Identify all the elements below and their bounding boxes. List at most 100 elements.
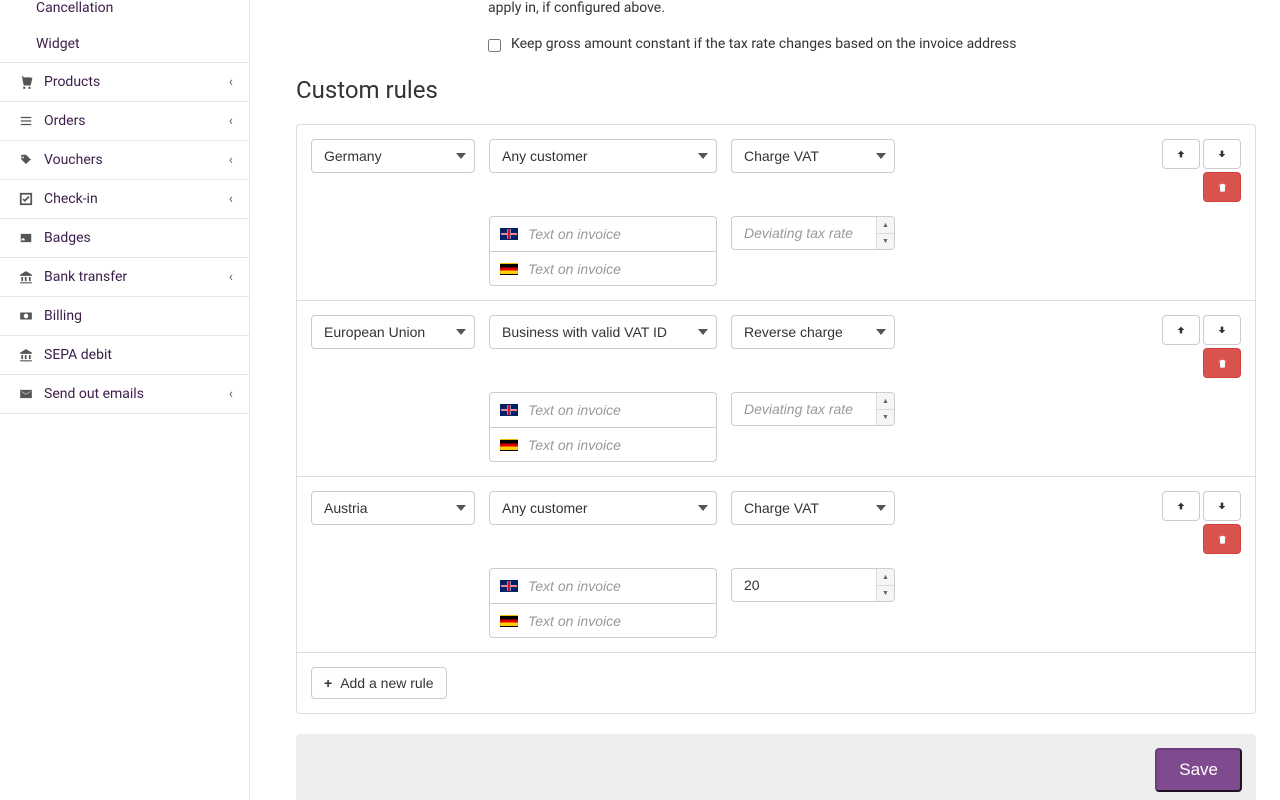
sidebar-item-products[interactable]: Products ‹	[0, 63, 249, 102]
list-icon	[16, 114, 36, 128]
add-rule-label: Add a new rule	[340, 675, 433, 691]
move-up-button[interactable]	[1162, 139, 1200, 169]
spinner-up-icon[interactable]: ▲	[877, 217, 894, 234]
invoice-text-de-input[interactable]	[528, 613, 710, 629]
move-down-button[interactable]	[1203, 139, 1241, 169]
customer-select[interactable]: Any customer	[489, 491, 717, 525]
invoice-text-group	[489, 216, 717, 286]
number-spinner[interactable]: ▲ ▼	[876, 393, 894, 425]
move-down-button[interactable]	[1203, 491, 1241, 521]
sidebar-item-sepa[interactable]: SEPA debit	[0, 336, 249, 375]
main-content: apply in, if configured above. Keep gros…	[250, 0, 1280, 800]
spinner-up-icon[interactable]: ▲	[877, 393, 894, 410]
sidebar-item-vouchers[interactable]: Vouchers ‹	[0, 141, 249, 180]
invoice-text-de-input[interactable]	[528, 437, 710, 453]
save-bar: Save	[296, 734, 1256, 800]
chevron-left-icon: ‹	[229, 269, 233, 285]
sidebar-item-label: Badges	[44, 230, 91, 246]
rule-item: Germany Any customer Charge VAT	[297, 125, 1255, 301]
move-up-button[interactable]	[1162, 491, 1200, 521]
bank-icon	[16, 348, 36, 362]
check-icon	[16, 192, 36, 206]
chevron-left-icon: ‹	[229, 113, 233, 129]
invoice-text-en-input[interactable]	[528, 226, 710, 242]
sidebar-item-cancellation[interactable]: Cancellation	[0, 0, 249, 26]
help-text-row: apply in, if configured above.	[296, 0, 1256, 28]
rules-container: Germany Any customer Charge VAT	[296, 124, 1256, 714]
envelope-icon	[16, 387, 36, 401]
sidebar-item-label: Vouchers	[44, 152, 103, 168]
bank-icon	[16, 270, 36, 284]
sidebar-item-label: Widget	[36, 36, 80, 52]
sidebar-item-label: Billing	[44, 308, 82, 324]
plus-icon: +	[324, 675, 332, 691]
sidebar-item-badges[interactable]: Badges	[0, 219, 249, 258]
sidebar-item-label: Cancellation	[36, 0, 113, 16]
customer-select[interactable]: Business with valid VAT ID	[489, 315, 717, 349]
chevron-left-icon: ‹	[229, 191, 233, 207]
country-select[interactable]: Austria	[311, 491, 475, 525]
id-icon	[16, 231, 36, 245]
delete-rule-button[interactable]	[1203, 348, 1241, 378]
move-up-button[interactable]	[1162, 315, 1200, 345]
rule-item: European Union Business with valid VAT I…	[297, 301, 1255, 477]
sidebar-item-label: Send out emails	[44, 386, 144, 402]
spinner-down-icon[interactable]: ▼	[877, 410, 894, 426]
money-icon	[16, 309, 36, 323]
delete-rule-button[interactable]	[1203, 524, 1241, 554]
move-down-button[interactable]	[1203, 315, 1241, 345]
invoice-text-group	[489, 568, 717, 638]
spinner-down-icon[interactable]: ▼	[877, 586, 894, 602]
spinner-up-icon[interactable]: ▲	[877, 569, 894, 586]
checkbox-row-wrapper: Keep gross amount constant if the tax ra…	[296, 36, 1256, 68]
number-spinner[interactable]: ▲ ▼	[876, 217, 894, 249]
invoice-text-de-input[interactable]	[528, 261, 710, 277]
sidebar-item-label: Check-in	[44, 191, 98, 207]
sidebar-item-label: Orders	[44, 113, 86, 129]
sidebar-item-emails[interactable]: Send out emails ‹	[0, 375, 249, 414]
chevron-left-icon: ‹	[229, 74, 233, 90]
sidebar-item-label: SEPA debit	[44, 347, 112, 363]
flag-de-icon	[500, 439, 518, 451]
customer-select[interactable]: Any customer	[489, 139, 717, 173]
section-title: Custom rules	[296, 76, 1256, 104]
cart-icon	[16, 75, 36, 89]
chevron-left-icon: ‹	[229, 152, 233, 168]
deviating-rate-input[interactable]	[731, 392, 895, 426]
country-select[interactable]: Germany	[311, 139, 475, 173]
action-select[interactable]: Charge VAT	[731, 491, 895, 525]
sidebar-item-checkin[interactable]: Check-in ‹	[0, 180, 249, 219]
sidebar-item-orders[interactable]: Orders ‹	[0, 102, 249, 141]
delete-rule-button[interactable]	[1203, 172, 1241, 202]
sidebar-sub-group: Cancellation Widget	[0, 0, 249, 63]
add-rule-button[interactable]: + Add a new rule	[311, 667, 447, 699]
keep-gross-label: Keep gross amount constant if the tax ra…	[511, 36, 1016, 52]
rules-footer: + Add a new rule	[297, 653, 1255, 713]
help-text: apply in, if configured above.	[488, 0, 1256, 16]
flag-en-icon	[500, 404, 518, 416]
invoice-text-group	[489, 392, 717, 462]
deviating-rate-input[interactable]	[731, 568, 895, 602]
rule-item: Austria Any customer Charge VAT	[297, 477, 1255, 653]
sidebar-item-widget[interactable]: Widget	[0, 26, 249, 62]
tags-icon	[16, 153, 36, 167]
action-select[interactable]: Charge VAT	[731, 139, 895, 173]
flag-de-icon	[500, 263, 518, 275]
sidebar-item-label: Bank transfer	[44, 269, 127, 285]
chevron-left-icon: ‹	[229, 386, 233, 402]
sidebar-item-billing[interactable]: Billing	[0, 297, 249, 336]
country-select[interactable]: European Union	[311, 315, 475, 349]
flag-en-icon	[500, 228, 518, 240]
spinner-down-icon[interactable]: ▼	[877, 234, 894, 250]
sidebar: Cancellation Widget Products ‹ Orders ‹ …	[0, 0, 250, 800]
action-select[interactable]: Reverse charge	[731, 315, 895, 349]
deviating-rate-input[interactable]	[731, 216, 895, 250]
invoice-text-en-input[interactable]	[528, 402, 710, 418]
flag-de-icon	[500, 615, 518, 627]
invoice-text-en-input[interactable]	[528, 578, 710, 594]
save-button[interactable]: Save	[1155, 748, 1242, 792]
keep-gross-checkbox[interactable]	[488, 39, 501, 52]
sidebar-item-banktransfer[interactable]: Bank transfer ‹	[0, 258, 249, 297]
sidebar-item-label: Products	[44, 74, 100, 90]
number-spinner[interactable]: ▲ ▼	[876, 569, 894, 601]
